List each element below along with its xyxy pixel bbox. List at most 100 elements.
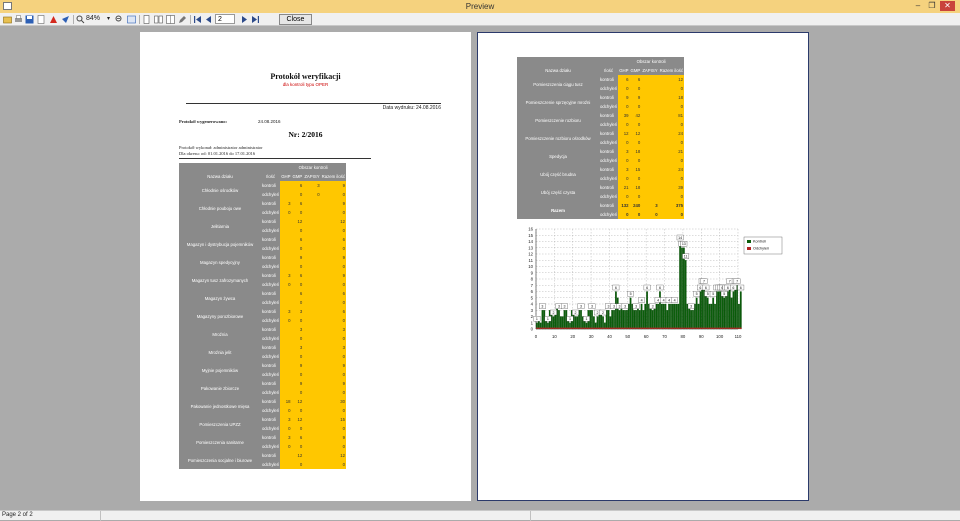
table-row: Chłodnie ośrodków kontroli 6 3 9 [179,181,347,199]
value-cell: 0 [658,192,685,201]
bar [714,327,716,329]
pdf-icon[interactable] [49,15,58,24]
save-icon[interactable] [25,15,34,24]
table-row: Pomieszczenie rozbioru kontroli 39 42 81 [517,111,685,129]
zoom-in-icon[interactable] [115,15,124,24]
bar [668,327,670,329]
single-page-icon[interactable] [142,15,151,24]
zoom-icon[interactable] [76,15,85,24]
table-row: Chłodnie pouboju owe kontroli 3 6 9 [179,199,347,217]
table-row: Razem kontroli 132 240 3 375 [517,201,685,219]
first-page-icon[interactable] [193,15,202,24]
report-table: Obszar kontroli Nazwa działu Ilość GHP GMP ZA… [179,163,347,469]
data-label: 2 [597,311,599,315]
summary-table: Obszar kontroli Nazwa działu Ilość GHP GMP ZA… [517,57,685,219]
maximize-button[interactable]: ❐ [926,1,938,11]
bar [574,327,577,329]
minimize-button[interactable]: – [912,1,924,11]
data-label: 3 [635,305,637,309]
previous-page-icon[interactable] [204,15,213,24]
bar [541,310,544,330]
department-name: Myjnie pojemników [179,361,261,379]
bar [719,291,722,330]
row-type: kontroli [261,397,281,406]
bar [662,327,665,329]
legend-swatch [747,247,751,250]
value-cell: 39 [618,111,630,120]
bar [668,303,671,330]
bar [739,327,742,329]
value-cell: 0 [618,210,630,219]
value-cell: 15 [320,415,347,424]
status-bar: Page 2 of 2 [0,510,960,521]
bar [624,310,626,330]
zoom-dropdown-icon[interactable]: ▾ [107,15,110,22]
department-name: Mroźnia jelit [179,343,261,361]
bar [672,327,674,329]
value-cell: 0 [291,226,304,235]
department-name: Chłodnie pouboju owe [179,199,261,217]
department-name: Pomieszczenia ciągu tusz [517,75,599,93]
bar [635,327,637,329]
row-type: kontroli [261,235,281,244]
value-cell: 0 [320,334,347,343]
report-subtitle: dla kontroli typu OPER [282,82,329,87]
page-width-icon[interactable] [127,15,136,24]
column-header: ZAPISY [641,66,659,75]
close-window-button[interactable]: ✕ [940,1,955,11]
window-title: Preview [465,2,495,11]
data-label: 3 [558,305,560,309]
bar [697,303,700,330]
value-cell: 0 [320,190,347,199]
bar [556,327,558,329]
value-cell: 0 [320,352,347,361]
data-label: 2 [552,311,554,315]
page-number-input[interactable] [215,14,235,24]
data-label: 13 [682,242,686,246]
open-icon[interactable] [3,15,12,24]
value-cell: 12 [629,129,642,138]
row-type: kontroli [599,129,619,138]
bar [716,291,718,330]
send-icon[interactable] [61,15,70,24]
department-name: Pakowanie jednostkowe mięsa [179,397,261,415]
row-type: kontroli [261,451,281,460]
bar [580,310,582,330]
value-cell: 0 [320,460,347,469]
value-cell: 12 [658,75,685,84]
table-row: Ubój część brudna kontroli 3 15 24 [517,165,685,183]
value-cell: 6 [320,235,347,244]
department-name: Pomieszczenia socjalne i biurowe [179,451,261,469]
bar [615,327,617,329]
value-cell [303,460,321,469]
two-pages-icon[interactable] [154,15,163,24]
bar [716,327,718,329]
value-cell: 24 [658,165,685,174]
bar [537,327,540,329]
bar [712,327,714,329]
bar [705,327,707,329]
close-button[interactable]: Close [279,14,312,25]
multi-page-icon[interactable] [166,15,175,24]
bar [670,303,672,330]
bar [594,327,597,329]
zoom-value[interactable]: 84% [86,15,100,22]
row-type: kontroli [261,415,281,424]
value-cell: 0 [629,84,642,93]
group-header: Obszar kontroli [618,57,685,66]
export-icon[interactable] [37,15,46,24]
bar [721,291,724,330]
edit-icon[interactable] [178,15,187,24]
next-page-icon[interactable] [240,15,249,24]
last-page-icon[interactable] [251,15,260,24]
bar [684,260,687,330]
value-cell: 0 [629,192,642,201]
value-cell: 0 [291,406,304,415]
value-cell [280,388,292,397]
row-type: kontroli [599,201,619,210]
print-icon[interactable] [14,15,23,24]
row-type: odchyleń [261,262,281,271]
bar [650,327,652,329]
department-name: Ubój część czysta [517,183,599,201]
row-type: kontroli [261,199,281,208]
